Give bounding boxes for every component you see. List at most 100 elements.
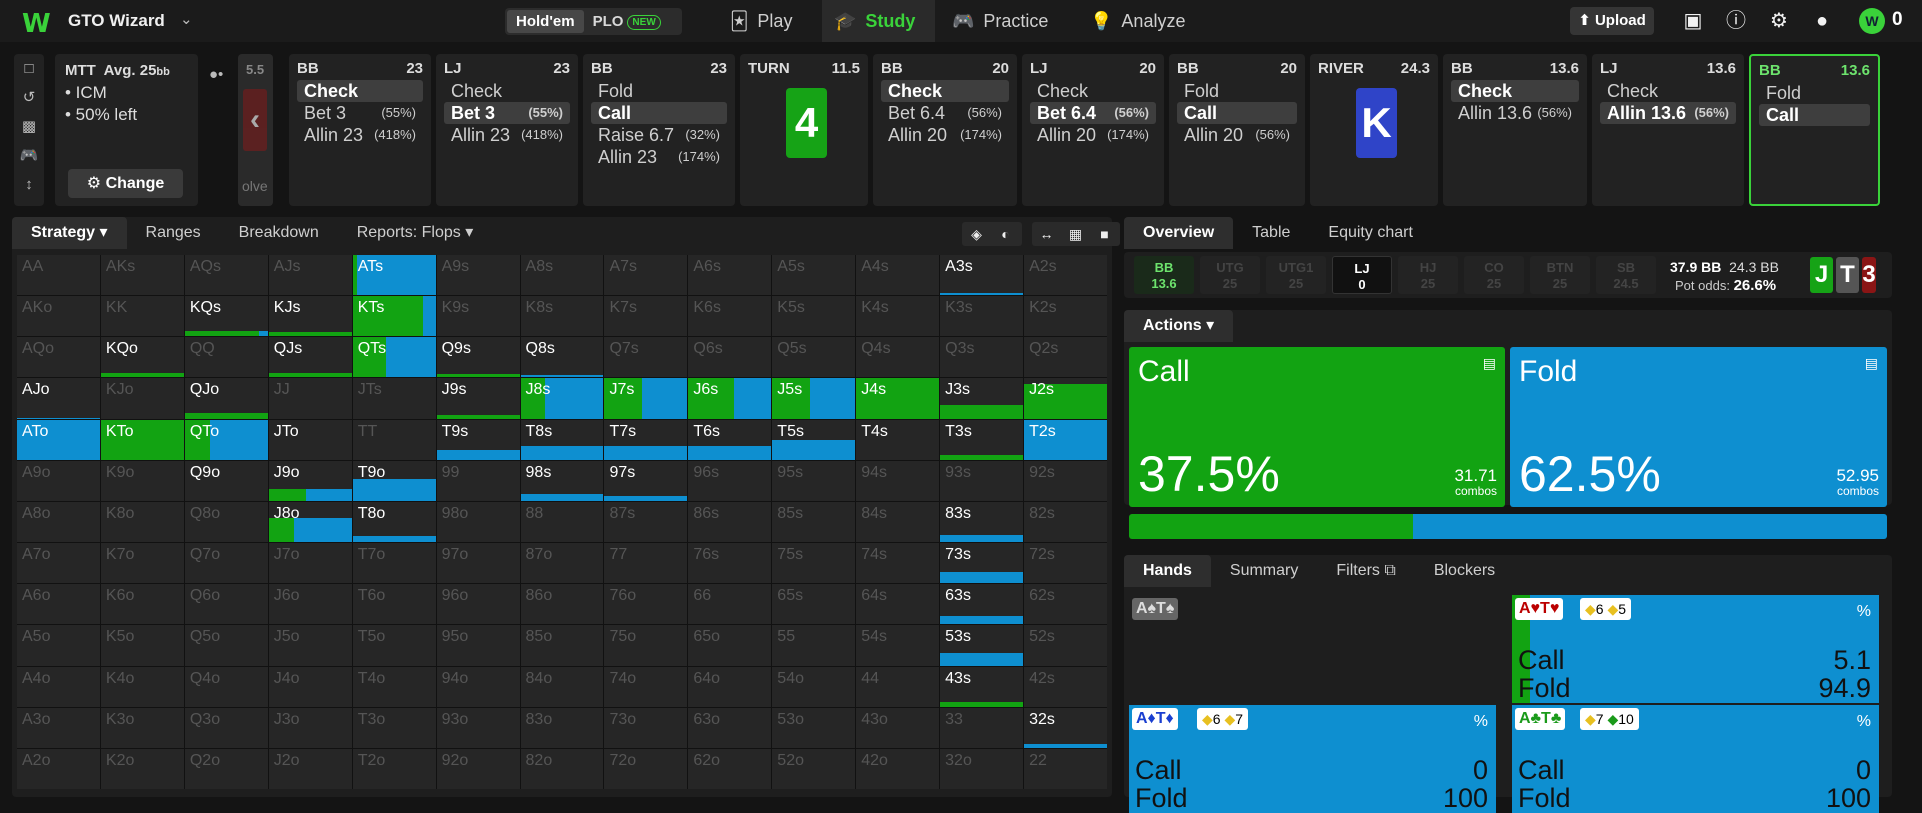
matrix-cell[interactable]: Q2o [184, 748, 268, 789]
history-node-bb[interactable]: BB 13.6 Fold Call [1749, 54, 1880, 206]
matrix-cell[interactable]: 83s [940, 501, 1024, 543]
note-icon[interactable]: ▤ [1483, 355, 1496, 372]
matrix-cell[interactable]: 55 [772, 625, 856, 666]
matrix-cell[interactable]: 32o [940, 748, 1024, 789]
action-fold-box[interactable]: Fold ▤ 62.5% 52.95 combos [1510, 347, 1887, 507]
matrix-cell[interactable]: AKs [100, 255, 184, 296]
node-action[interactable]: Allin 23 (174%) [591, 146, 727, 168]
matrix-cell[interactable]: Q8o [184, 501, 268, 543]
matrix-cell[interactable]: Q5o [184, 625, 268, 666]
matrix-cell[interactable]: A6o [17, 584, 100, 625]
node-action[interactable]: Raise 6.7 (32%) [591, 124, 727, 146]
seat-lj[interactable]: LJ 0 [1332, 256, 1392, 294]
matrix-cell[interactable]: 62o [688, 748, 772, 789]
matrix-cell[interactable]: AQo [17, 337, 100, 378]
matrix-cell[interactable]: 93o [436, 707, 520, 748]
tab-breakdown[interactable]: Breakdown [220, 217, 338, 249]
matrix-cell[interactable]: Q7o [184, 543, 268, 584]
matrix-cell[interactable]: K7o [100, 543, 184, 584]
hand-cell[interactable]: A♠T♠ [1129, 595, 1496, 703]
history-node-bb[interactable]: BB 20 Fold Call Allin 20 (56%) [1169, 54, 1305, 206]
tab-filters[interactable]: Filters ⧉ [1317, 555, 1414, 587]
matrix-cell[interactable]: K2s [1024, 296, 1107, 337]
tab-strategy[interactable]: Strategy ▾ [12, 217, 127, 249]
matrix-cell[interactable]: 64o [688, 666, 772, 707]
matrix-cell[interactable]: A7o [17, 543, 100, 584]
help-icon[interactable]: ⓘ [1723, 8, 1749, 34]
matrix-cell[interactable]: J8o [268, 501, 352, 543]
matrix-cell[interactable]: QQ [184, 337, 268, 378]
node-action[interactable]: Bet 6.4 (56%) [881, 102, 1009, 124]
matrix-cell[interactable]: A8o [17, 501, 100, 543]
seat-co[interactable]: CO 25 [1464, 256, 1524, 294]
matrix-cell[interactable]: 76o [604, 584, 688, 625]
matrix-cell[interactable]: 85s [772, 501, 856, 543]
matrix-cell[interactable]: Q3o [184, 707, 268, 748]
matrix-cell[interactable]: 94o [436, 666, 520, 707]
matrix-cell[interactable]: J5s [772, 378, 856, 419]
matrix-cell[interactable]: 97o [436, 543, 520, 584]
matrix-cell[interactable]: A3s [940, 255, 1024, 296]
node-action[interactable]: Allin 20 (174%) [1030, 124, 1156, 146]
matrix-cell[interactable]: Q9s [436, 337, 520, 378]
matrix-cell[interactable]: T2s [1024, 419, 1107, 460]
matrix-cell[interactable]: T4o [352, 666, 436, 707]
history-node-bb[interactable]: BB 23 Check Bet 3 (55%) Allin 23 (418%) [289, 54, 431, 206]
matrix-cell[interactable]: T6o [352, 584, 436, 625]
matrix-cell[interactable]: 73s [940, 543, 1024, 584]
matrix-cell[interactable]: K9s [436, 296, 520, 337]
matrix-cell[interactable]: KJo [100, 378, 184, 419]
matrix-cell[interactable]: 87s [604, 501, 688, 543]
matrix-cell[interactable]: K8s [520, 296, 604, 337]
matrix-cell[interactable]: A4o [17, 666, 100, 707]
matrix-cell[interactable]: K3s [940, 296, 1024, 337]
matrix-cell[interactable]: 94s [856, 460, 940, 501]
matrix-cell[interactable]: 95s [772, 460, 856, 501]
matrix-cell[interactable]: T7s [604, 419, 688, 460]
matrix-cell[interactable]: 53o [772, 707, 856, 748]
tab-equity-chart[interactable]: Equity chart [1309, 217, 1431, 249]
node-action[interactable]: Bet 6.4 (56%) [1030, 102, 1156, 124]
history-node-bb[interactable]: BB 20 Check Bet 6.4 (56%) Allin 20 (174%) [873, 54, 1017, 206]
node-action[interactable]: Fold [591, 80, 727, 102]
matrix-cell[interactable]: T9s [436, 419, 520, 460]
matrix-cell[interactable]: A2o [17, 748, 100, 789]
matrix-cell[interactable]: AA [17, 255, 100, 296]
node-action[interactable]: Call [1177, 102, 1297, 124]
mode-holdem[interactable]: Hold'em [507, 10, 584, 33]
matrix-cell[interactable]: AQs [184, 255, 268, 296]
matrix-cell[interactable]: Q6o [184, 584, 268, 625]
matrix-cell[interactable]: J4o [268, 666, 352, 707]
matrix-cell[interactable]: A2s [1024, 255, 1107, 296]
tab-reports-flops[interactable]: Reports: Flops ▾ [338, 217, 493, 249]
node-action[interactable]: Allin 13.6 (56%) [1451, 102, 1579, 124]
matrix-cell[interactable]: JTo [268, 419, 352, 460]
matrix-cell[interactable]: 82o [520, 748, 604, 789]
history-node-lj[interactable]: LJ 23 Check Bet 3 (55%) Allin 23 (418%) [436, 54, 578, 206]
matrix-cell[interactable]: K5o [100, 625, 184, 666]
upload-button[interactable]: ⬆ Upload [1570, 7, 1654, 35]
matrix-cell[interactable]: Q9o [184, 460, 268, 501]
contrast-icon[interactable]: ◐ [991, 226, 1020, 242]
matrix-cell[interactable]: Q3s [940, 337, 1024, 378]
matrix-cell[interactable]: J2o [268, 748, 352, 789]
matrix-cell[interactable]: QTs [352, 337, 436, 378]
matrix-cell[interactable]: J8s [520, 378, 604, 419]
matrix-cell[interactable]: K6s [688, 296, 772, 337]
matrix-cell[interactable]: J6o [268, 584, 352, 625]
seat-btn[interactable]: BTN 25 [1530, 256, 1590, 294]
matrix-cell[interactable]: 98o [436, 501, 520, 543]
matrix-cell[interactable]: T4s [856, 419, 940, 460]
matrix-cell[interactable]: 42s [1024, 666, 1107, 707]
matrix-cell[interactable]: J3s [940, 378, 1024, 419]
matrix-cell[interactable]: 72o [604, 748, 688, 789]
chevron-down-icon[interactable]: ⌄ [180, 10, 193, 28]
matrix-cell[interactable]: T3o [352, 707, 436, 748]
matrix-cell[interactable]: AKo [17, 296, 100, 337]
seat-utg[interactable]: UTG 25 [1200, 256, 1260, 294]
tab-summary[interactable]: Summary [1211, 555, 1317, 587]
matrix-cell[interactable]: T8o [352, 501, 436, 543]
matrix-cell[interactable]: 42o [856, 748, 940, 789]
node-action[interactable]: Allin 13.6 (56%) [1600, 102, 1736, 124]
matrix-cell[interactable]: 96s [688, 460, 772, 501]
